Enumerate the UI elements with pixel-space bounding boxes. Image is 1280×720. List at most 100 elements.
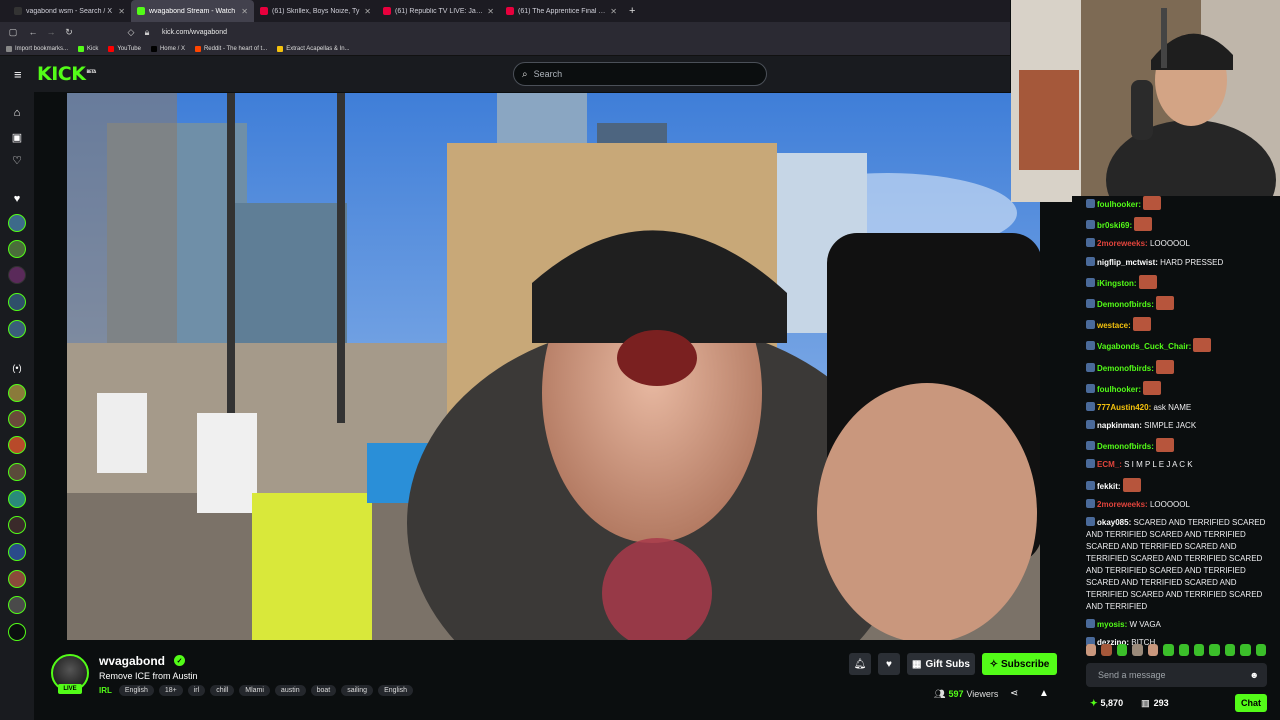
subscribe-button[interactable]: ✧ Subscribe: [982, 653, 1057, 675]
stream-tag[interactable]: austin: [274, 685, 306, 696]
recommended-channel-avatar[interactable]: [8, 436, 26, 454]
lock-icon[interactable]: 🔒︎: [140, 27, 154, 38]
url-text[interactable]: kick.com/wvagabond: [162, 29, 227, 36]
chat-username[interactable]: Demonofbirds:: [1097, 442, 1154, 451]
browser-tab[interactable]: (61) The Apprentice Final | WSM ✕: [500, 0, 623, 22]
emote[interactable]: [1255, 644, 1267, 656]
chat-send-button[interactable]: Chat: [1235, 694, 1267, 712]
chat-username[interactable]: foulhooker:: [1097, 385, 1141, 394]
close-icon[interactable]: ✕: [610, 7, 617, 16]
reload-icon[interactable]: ↻: [62, 27, 76, 38]
bookmark-item[interactable]: Home / X: [150, 45, 185, 52]
followed-channel-avatar[interactable]: [8, 320, 26, 338]
report-icon[interactable]: ▲: [1039, 688, 1049, 699]
emote[interactable]: [1163, 644, 1174, 656]
bookmark-item[interactable]: Extract Acapellas & In...: [277, 45, 350, 52]
stream-tag[interactable]: sailing: [341, 685, 374, 696]
chat-username[interactable]: 2moreweeks:: [1097, 239, 1148, 248]
browser-tab[interactable]: (61) Skrillex, Boys Noize, Ty ✕: [254, 0, 377, 22]
category-link[interactable]: IRL: [99, 686, 112, 695]
gift-subs-button[interactable]: ▦ Gift Subs: [907, 653, 975, 675]
recommended-channel-avatar[interactable]: [8, 596, 26, 614]
chat-message-input[interactable]: Send a message ☻: [1086, 663, 1267, 687]
followed-channel-avatar[interactable]: [8, 266, 26, 284]
browser-tab[interactable]: wvagabond Stream - Watch ✕: [131, 0, 254, 22]
emote[interactable]: [1178, 644, 1189, 656]
stream-tag[interactable]: English: [378, 685, 414, 696]
emote[interactable]: [1193, 644, 1205, 656]
notification-bell-button[interactable]: 🔔︎: [849, 653, 871, 675]
stream-tag[interactable]: chill: [210, 685, 235, 696]
back-icon[interactable]: ←: [26, 27, 40, 37]
emoji-icon[interactable]: ☻: [1250, 670, 1259, 680]
share-icon[interactable]: ⋖: [1010, 688, 1018, 699]
chat-username[interactable]: Vagabonds_Cuck_Chair:: [1097, 342, 1191, 351]
shield-icon[interactable]: ◇: [124, 27, 138, 38]
tab-favicon-icon: [383, 7, 391, 15]
recommended-channel-avatar[interactable]: [8, 384, 26, 402]
chat-username[interactable]: fekkit:: [1097, 482, 1121, 491]
bookmark-item[interactable]: Kick: [78, 45, 98, 52]
emote[interactable]: [1209, 644, 1220, 656]
chat-username[interactable]: iKingston:: [1097, 279, 1137, 288]
recommended-channel-avatar[interactable]: [8, 543, 26, 561]
following-icon[interactable]: ♡: [8, 151, 26, 169]
close-icon[interactable]: ✕: [364, 7, 371, 16]
chat-username[interactable]: okay085:: [1097, 518, 1131, 527]
new-tab-icon[interactable]: +: [623, 5, 641, 17]
home-icon[interactable]: ⌂: [8, 104, 26, 122]
kick-logo[interactable]: KICKBETA: [37, 63, 96, 85]
followed-channel-avatar[interactable]: [8, 214, 26, 232]
chat-username[interactable]: Demonofbirds:: [1097, 300, 1154, 309]
close-icon[interactable]: ✕: [241, 7, 248, 16]
emote[interactable]: [1240, 644, 1251, 656]
recommended-channel-avatar[interactable]: [8, 516, 26, 534]
chat-username[interactable]: ECM_:: [1097, 460, 1122, 469]
emote[interactable]: [1147, 644, 1159, 656]
chat-username[interactable]: myosis:: [1097, 620, 1127, 629]
emote-icon: [1156, 295, 1175, 310]
bookmark-item[interactable]: Reddit - The heart of t...: [194, 45, 267, 52]
follow-button[interactable]: ♥: [878, 653, 900, 675]
close-icon[interactable]: ✕: [118, 7, 125, 16]
stream-tag[interactable]: 18+: [158, 685, 183, 696]
video-player[interactable]: [67, 93, 1040, 640]
browse-icon[interactable]: ▣: [8, 128, 26, 146]
recommended-channel-avatar[interactable]: [8, 623, 26, 641]
emote[interactable]: [1224, 644, 1236, 656]
stream-tag[interactable]: boat: [310, 685, 337, 696]
emote[interactable]: [1101, 644, 1112, 656]
channel-points[interactable]: 5,870: [1101, 698, 1124, 708]
emote[interactable]: [1086, 644, 1097, 656]
sidebar-toggle-icon[interactable]: ▢: [6, 27, 20, 38]
channel-name[interactable]: wvagabond: [99, 654, 165, 668]
chat-username[interactable]: 777Austin420:: [1097, 403, 1151, 412]
chat-username[interactable]: Demonofbirds:: [1097, 364, 1154, 373]
bookmark-item[interactable]: YouTube: [108, 45, 141, 52]
emote[interactable]: [1132, 644, 1143, 656]
chat-username[interactable]: napkinman:: [1097, 421, 1142, 430]
emote[interactable]: [1116, 644, 1128, 656]
stream-tag[interactable]: irl: [187, 685, 206, 696]
chat-username[interactable]: 2moreweeks:: [1097, 500, 1148, 509]
followed-channel-avatar[interactable]: [8, 293, 26, 311]
recommended-channel-avatar[interactable]: [8, 463, 26, 481]
chat-username[interactable]: foulhooker:: [1097, 200, 1141, 209]
chat-username[interactable]: westace:: [1097, 321, 1131, 330]
forward-icon[interactable]: →: [44, 27, 58, 37]
search-input[interactable]: ⌕ Search: [513, 62, 767, 86]
followed-channel-avatar[interactable]: [8, 240, 26, 258]
recommended-channel-avatar[interactable]: [8, 490, 26, 508]
points-icon[interactable]: ✦: [1090, 698, 1098, 709]
chat-username[interactable]: nigflip_mctwist:: [1097, 258, 1158, 267]
menu-icon[interactable]: ≡: [14, 67, 26, 82]
stream-tag[interactable]: English: [118, 685, 154, 696]
recommended-channel-avatar[interactable]: [8, 570, 26, 588]
stream-tag[interactable]: Mlami: [239, 685, 270, 696]
chat-username[interactable]: br0ski69:: [1097, 221, 1132, 230]
browser-tab[interactable]: vagabond wsm - Search / X ✕: [8, 0, 131, 22]
bookmark-item[interactable]: Import bookmarks...: [6, 45, 68, 52]
browser-tab[interactable]: (61) Republic TV LIVE: January✕: [377, 0, 500, 22]
recommended-channel-avatar[interactable]: [8, 410, 26, 428]
close-icon[interactable]: ✕: [487, 7, 494, 16]
